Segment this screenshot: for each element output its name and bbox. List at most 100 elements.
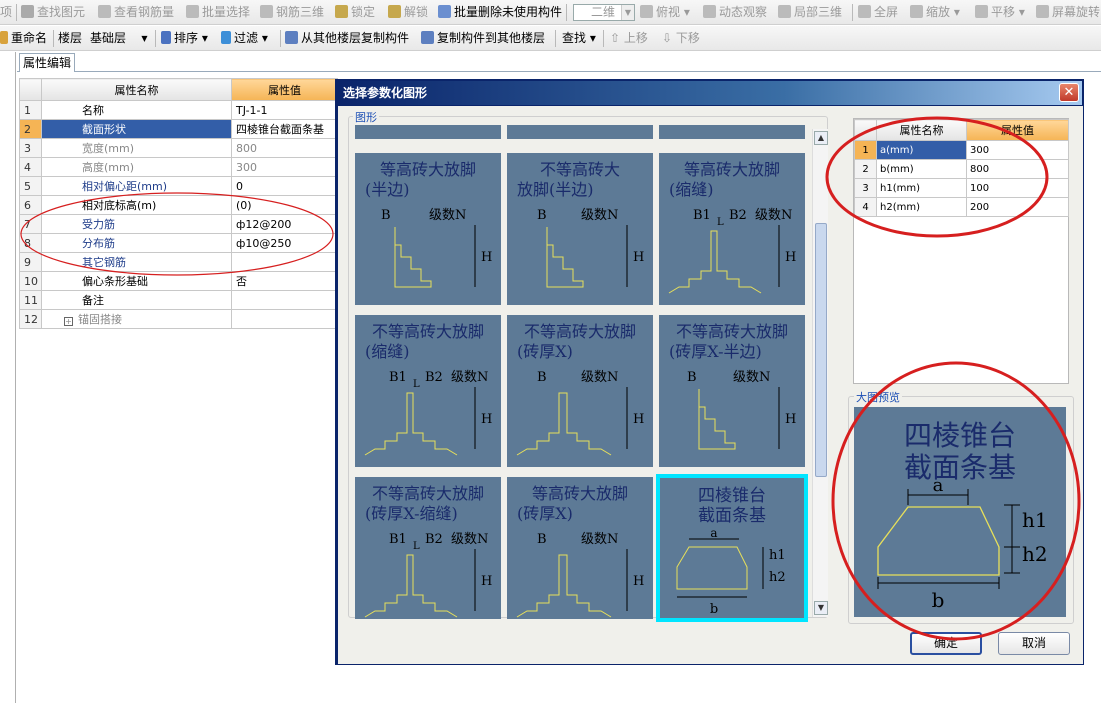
shape-cell-partial[interactable] [355,125,501,139]
property-value[interactable]: 四棱锥台截面条基 [231,119,338,139]
shape-cell-partial[interactable] [507,125,653,139]
property-value-header: 属性值 [231,78,338,101]
sort-button[interactable]: 排序 ▾ [161,30,208,47]
scrollbar-thumb[interactable] [815,223,827,477]
floor-select[interactable]: 基础层 ▼ [86,30,152,47]
batch-select-button[interactable]: 批量选择 [186,4,250,21]
property-name-header: 属性名称 [41,78,232,101]
trapezoid-section-shape [676,546,748,590]
parameter-row[interactable]: 3 h1(mm) 100 [854,178,1069,198]
top-view-button[interactable]: 俯视 ▾ [640,4,690,21]
parameter-value[interactable]: 800 [966,159,1069,179]
property-row[interactable]: 11 备注 [19,290,338,310]
rename-button[interactable]: 重命名 [0,30,47,47]
toolbar-fragment[interactable]: 项 [0,4,12,21]
screen-rotate-button[interactable]: 屏幕旋转 [1036,4,1100,21]
view-rebar-button[interactable]: 查看钢筋量 [98,4,174,21]
rebar-3d-button[interactable]: 钢筋三维 [260,4,324,21]
shape-option[interactable]: 等高砖大放脚 (砖厚X) B 级数N H [507,477,653,619]
close-icon[interactable]: ✕ [1059,83,1079,102]
shape-label-h: H [481,250,492,265]
tab-property-editor[interactable]: 属性编辑 [19,53,75,72]
zoom-button[interactable]: 缩放 ▾ [910,4,960,21]
move-up-button[interactable]: ⇧ 上移 [610,30,648,47]
arrow-down-icon: ⇩ [662,31,676,45]
shape-title-line2: (缩缝) [365,342,410,361]
ok-button[interactable]: 确定 [910,632,982,655]
property-row[interactable]: 10 偏心条形基础 否 [19,271,338,291]
property-name: + 锚固搭接 [41,309,232,329]
property-row[interactable]: 3 宽度(mm) 800 [19,138,338,158]
pan-label: 平移 [991,5,1016,19]
pan-button[interactable]: 平移 ▾ [975,4,1025,21]
parameter-row[interactable]: 2 b(mm) 800 [854,159,1069,179]
property-row[interactable]: 9 其它钢筋 [19,252,338,272]
shape-label-levels: 级数N [581,532,618,547]
property-value[interactable]: 300 [231,157,338,177]
find-button[interactable]: 查找 ▾ [562,30,596,47]
property-value[interactable]: 800 [231,138,338,158]
copy-from-floor-button[interactable]: 从其他楼层复制构件 [285,30,409,47]
property-row[interactable]: 6 相对底标高(m) (0) [19,195,338,215]
brick-footing-shape [516,392,612,456]
shape-option[interactable]: 不等高砖大 放脚(半边) B 级数N H [507,153,653,305]
shape-option[interactable]: 不等高砖大放脚 (砖厚X) B 级数N H [507,315,653,467]
property-name: 宽度(mm) [41,138,232,158]
batch-delete-unused-button[interactable]: 批量删除未使用构件 [438,4,562,21]
property-value[interactable]: TJ-1-1 [231,100,338,120]
row-number: 9 [19,252,42,272]
parameter-value[interactable]: 200 [966,197,1069,217]
shape-option[interactable]: 不等高砖大放脚 (砖厚X-缩缝) B1 L B2 级数N H [355,477,501,619]
scroll-up-arrow-icon[interactable]: ▲ [814,131,828,145]
shape-option[interactable]: 不等高砖大放脚 (砖厚X-半边) B 级数N H [659,315,805,467]
shape-option[interactable]: 四棱锥台 截面条基 a b h1 h2 [656,474,808,622]
cancel-button[interactable]: 取消 [998,632,1070,655]
lock-button[interactable]: 锁定 [335,4,375,21]
partial-3d-button[interactable]: 局部三维 [778,4,842,21]
shape-option[interactable]: 不等高砖大放脚 (缩缝) B1 L B2 级数N H [355,315,501,467]
parameter-value[interactable]: 300 [966,140,1069,160]
property-row[interactable]: 12 + 锚固搭接 [19,309,338,329]
property-row[interactable]: 8 分布筋 ф10@250 [19,233,338,253]
property-value[interactable]: ф12@200 [231,214,338,234]
property-value[interactable] [231,290,338,310]
expand-plus-icon[interactable]: + [64,317,73,326]
row-number: 12 [19,309,42,329]
parameter-value-header: 属性值 [966,119,1069,141]
view-rebar-label: 查看钢筋量 [114,5,175,19]
gallery-scrollbar[interactable]: ▲ ▼ [812,129,828,617]
unlock-button[interactable]: 解锁 [388,4,428,21]
property-value[interactable]: (0) [231,195,338,215]
property-row[interactable]: 2 截面形状 四棱锥台截面条基 [19,119,338,139]
shape-thumbnail: 不等高砖大放脚(砖厚X) B 级数N H [516,322,644,456]
property-name-text: 备注 [82,294,104,307]
property-value[interactable] [231,309,338,329]
filter-button[interactable]: 过滤 ▾ [221,30,268,47]
shape-option[interactable]: 等高砖大放脚 (半边) B 级数N H [355,153,501,305]
property-value[interactable] [231,252,338,272]
row-number: 8 [19,233,42,253]
property-row[interactable]: 1 名称 TJ-1-1 [19,100,338,120]
row-number: 4 [854,197,877,217]
scroll-down-arrow-icon[interactable]: ▼ [814,601,828,615]
copy-to-floor-button[interactable]: 复制构件到其他楼层 [421,30,545,47]
property-row[interactable]: 7 受力筋 ф12@200 [19,214,338,234]
shape-cell-partial[interactable] [659,125,805,139]
property-value[interactable]: 0 [231,176,338,196]
property-value[interactable]: 否 [231,271,338,291]
fullscreen-button[interactable]: 全屏 [858,4,898,21]
property-row[interactable]: 4 高度(mm) 300 [19,157,338,177]
shape-option[interactable]: 等高砖大放脚 (缩缝) B1 L B2 级数N H [659,153,805,305]
move-down-button[interactable]: ⇩ 下移 [662,30,700,47]
parameter-row[interactable]: 4 h2(mm) 200 [854,197,1069,217]
parameter-value[interactable]: 100 [966,178,1069,198]
property-row[interactable]: 5 相对偏心距(mm) 0 [19,176,338,196]
rebar-3d-label: 钢筋三维 [276,5,325,19]
orbit-button[interactable]: 动态观察 [703,4,767,21]
find-element-button[interactable]: 查找图元 [21,4,85,21]
property-grid-header: 属性名称 属性值 [19,78,338,101]
shape-title-line2: (砖厚X) [517,342,573,361]
property-value[interactable]: ф10@250 [231,233,338,253]
parameter-row[interactable]: 1 a(mm) 300 [854,140,1069,160]
view-mode-select[interactable]: 二维 ▼ [573,4,635,21]
